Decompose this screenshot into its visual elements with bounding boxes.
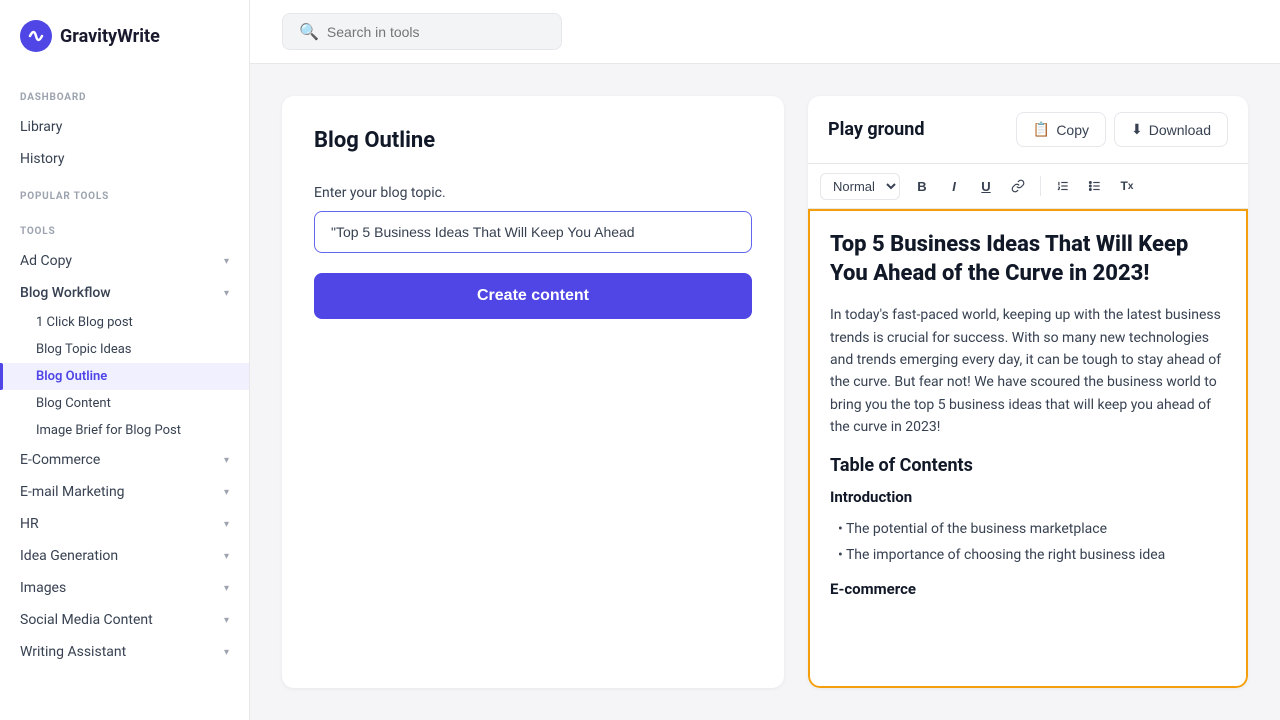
sidebar-item-email-marketing[interactable]: E-mail Marketing ▾ [0, 476, 249, 508]
right-panel: Play ground 📋 Copy ⬇ Download Normal [808, 96, 1248, 688]
link-button[interactable] [1004, 172, 1032, 200]
sidebar-sub-item-blog-outline[interactable]: Blog Outline [0, 363, 249, 390]
dashboard-label: DASHBOARD [0, 76, 249, 111]
page-title: Blog Outline [314, 128, 752, 153]
download-button[interactable]: ⬇ Download [1114, 112, 1228, 147]
sidebar-item-writing-assistant[interactable]: Writing Assistant ▾ [0, 636, 249, 668]
content-heading: Top 5 Business Ideas That Will Keep You … [830, 231, 1226, 288]
chevron-down-icon: ▾ [224, 647, 229, 658]
playground-title: Play ground [828, 119, 924, 140]
content-area: Blog Outline Enter your blog topic. Crea… [250, 64, 1280, 720]
playground-header: Play ground 📋 Copy ⬇ Download [808, 96, 1248, 164]
sidebar-sub-item-1-click-blog[interactable]: 1 Click Blog post [0, 309, 249, 336]
chevron-down-icon: ▾ [224, 455, 229, 466]
chevron-down-icon: ▾ [224, 519, 229, 530]
create-content-button[interactable]: Create content [314, 273, 752, 319]
search-icon: 🔍 [299, 22, 319, 41]
sidebar-item-social-media[interactable]: Social Media Content ▾ [0, 604, 249, 636]
left-panel: Blog Outline Enter your blog topic. Crea… [282, 96, 784, 688]
toolbar-separator [1040, 176, 1041, 196]
sidebar-sub-item-blog-content[interactable]: Blog Content [0, 390, 249, 417]
editor-content[interactable]: Top 5 Business Ideas That Will Keep You … [808, 209, 1248, 688]
copy-button[interactable]: 📋 Copy [1016, 112, 1106, 147]
bold-button[interactable]: B [908, 172, 936, 200]
toc-list: The potential of the business marketplac… [830, 516, 1226, 569]
sidebar-sub-item-image-brief[interactable]: Image Brief for Blog Post [0, 417, 249, 444]
chevron-down-icon: ▾ [224, 551, 229, 562]
header-actions: 📋 Copy ⬇ Download [1016, 112, 1228, 147]
toc-heading: Table of Contents [830, 455, 1226, 476]
sidebar-item-images[interactable]: Images ▾ [0, 572, 249, 604]
sidebar-item-library[interactable]: Library [0, 111, 249, 143]
search-input[interactable] [327, 24, 545, 40]
content-intro: In today's fast-paced world, keeping up … [830, 304, 1226, 438]
blog-topic-input[interactable] [314, 211, 752, 253]
tools-label: TOOLS [0, 210, 249, 245]
logo: GravityWrite [0, 20, 249, 76]
topbar: 🔍 [250, 0, 1280, 64]
popular-tools-label: POPULAR TOOLS [0, 175, 249, 210]
copy-icon: 📋 [1033, 121, 1050, 138]
logo-text: GravityWrite [60, 26, 160, 47]
chevron-down-icon: ▾ [224, 583, 229, 594]
sidebar-item-hr[interactable]: HR ▾ [0, 508, 249, 540]
underline-button[interactable]: U [972, 172, 1000, 200]
list-item: The importance of choosing the right bus… [838, 542, 1226, 568]
sidebar-item-ad-copy[interactable]: Ad Copy ▾ [0, 245, 249, 277]
chevron-down-icon: ▾ [224, 487, 229, 498]
clear-format-button[interactable]: Tx [1113, 172, 1141, 200]
sidebar-item-e-commerce[interactable]: E-Commerce ▾ [0, 444, 249, 476]
chevron-down-icon: ▾ [224, 256, 229, 267]
sidebar: GravityWrite DASHBOARD Library History P… [0, 0, 250, 720]
download-icon: ⬇ [1131, 121, 1143, 138]
main-area: 🔍 Blog Outline Enter your blog topic. Cr… [250, 0, 1280, 720]
search-bar[interactable]: 🔍 [282, 13, 562, 50]
sidebar-item-blog-workflow[interactable]: Blog Workflow ▾ [0, 277, 249, 309]
ordered-list-button[interactable] [1049, 172, 1077, 200]
sidebar-sub-item-blog-topic-ideas[interactable]: Blog Topic Ideas [0, 336, 249, 363]
intro-section-heading: Introduction [830, 488, 1226, 506]
field-label: Enter your blog topic. [314, 185, 752, 201]
format-select[interactable]: Normal [820, 173, 900, 200]
italic-button[interactable]: I [940, 172, 968, 200]
ecommerce-heading: E-commerce [830, 580, 1226, 598]
unordered-list-button[interactable] [1081, 172, 1109, 200]
sidebar-item-history[interactable]: History [0, 143, 249, 175]
list-item: The potential of the business marketplac… [838, 516, 1226, 542]
gravitywrite-logo-icon [20, 20, 52, 52]
editor-toolbar: Normal B I U Tx [808, 164, 1248, 209]
sidebar-item-idea-generation[interactable]: Idea Generation ▾ [0, 540, 249, 572]
chevron-down-icon: ▾ [224, 288, 229, 299]
chevron-down-icon: ▾ [224, 615, 229, 626]
